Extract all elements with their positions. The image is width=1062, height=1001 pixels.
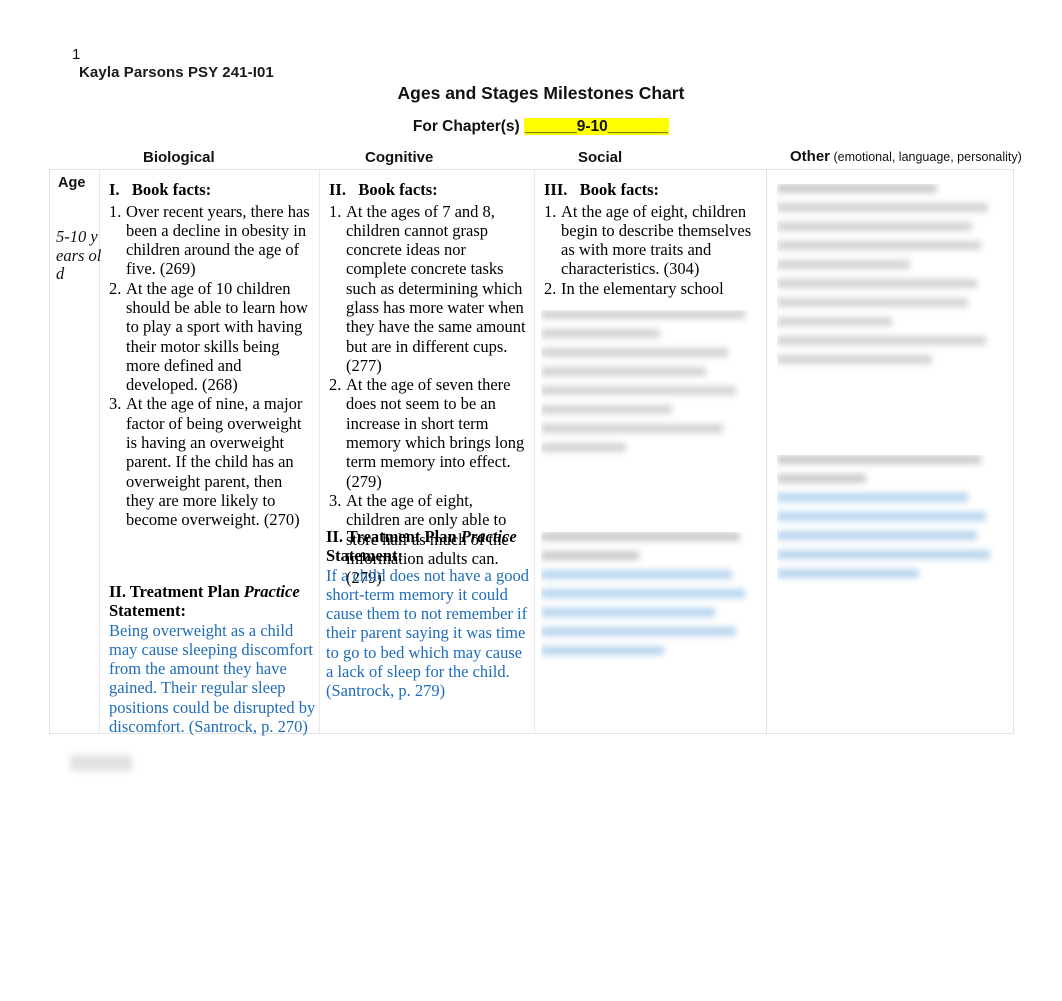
list-text: At the age of 10 children should be able… [126, 278, 308, 395]
chapter-line: For Chapter(s) ______9-10_______ [10, 116, 1062, 137]
list-text: In the elementary school [561, 278, 724, 298]
list-marker: 1. [329, 201, 342, 221]
column-header-cognitive: Cognitive [365, 149, 434, 166]
treatment-plan-practice: Practice [460, 527, 517, 546]
chapter-blank-right: _______ [607, 118, 669, 135]
cognitive-treatment-plan-heading: II. Treatment Plan Practice Statement: [326, 527, 532, 566]
treatment-plan-practice: Practice [243, 582, 300, 601]
list-text: At the age of eight, children begin to d… [561, 201, 752, 279]
biological-treatment-plan: II. Treatment Plan Practice Statement: B… [109, 582, 317, 736]
social-cell: III. Book facts: 1. At the age of eight, … [535, 170, 766, 298]
table-column-social: III. Book facts: 1. At the age of eight, … [535, 170, 767, 733]
list-marker: 2. [329, 375, 342, 395]
cognitive-cell: II. Book facts: 1. At the ages of 7 and 8… [320, 170, 534, 587]
column-header-biological: Biological [143, 149, 215, 166]
social-illegible-facts-region [541, 310, 753, 510]
list-item: 1. At the ages of 7 and 8, children canno… [329, 202, 528, 376]
list-text: At the ages of 7 and 8, children cannot … [346, 201, 526, 375]
biological-treatment-plan-text: Being overweight as a child may cause sl… [109, 620, 316, 737]
chapter-prefix: For Chapter(s) [412, 118, 524, 135]
treatment-plan-label: II. Treatment Plan [109, 582, 244, 601]
other-illegible-facts-region [777, 184, 999, 439]
list-marker: 3. [329, 490, 342, 510]
list-marker: 2. [109, 278, 122, 298]
biological-treatment-plan-heading: II. Treatment Plan Practice Statement: [109, 582, 317, 621]
cognitive-treatment-plan: II. Treatment Plan Practice Statement: I… [326, 527, 532, 701]
footer-artifact [70, 755, 132, 771]
column-header-social: Social [578, 149, 623, 166]
list-item: 2. In the elementary school [544, 279, 760, 298]
document-page: 1 Kayla Parsons PSY 241-I01 Ages and Sta… [0, 0, 1062, 1001]
document-title: Ages and Stages Milestones Chart [397, 83, 685, 103]
age-cell-value: 5-10 years old [56, 227, 102, 283]
chapter-highlight: ______9-10_______ [523, 118, 670, 135]
list-item: 2. At the age of 10 children should be ab… [109, 279, 313, 395]
list-marker: 3. [109, 394, 122, 414]
social-illegible-treatment-plan-region [541, 532, 753, 697]
chapter-blank-left: ______ [524, 118, 577, 135]
column-header-other: Other (emotional, language, personality) [790, 147, 1022, 167]
table-column-biological: I. Book facts: 1. Over recent years, ther… [100, 170, 320, 736]
milestones-table: Age 5-10 years old I. Book facts: 1. Over… [49, 169, 1014, 736]
list-item: 1. At the age of eight, children begin to… [544, 202, 760, 279]
list-text: At the age of nine, a major factor of be… [126, 394, 303, 530]
list-item: 2. At the age of seven there does not see… [329, 375, 528, 491]
biological-facts-heading: I. Book facts: [109, 180, 212, 199]
column-header-other-sub: (emotional, language, personality) [830, 150, 1022, 164]
list-marker: 2. [544, 278, 557, 298]
cognitive-facts-heading: II. Book facts: [329, 180, 438, 199]
list-text: At the age of seven there does not seem … [346, 375, 525, 491]
cognitive-treatment-plan-text: If a child does not have a good short-te… [326, 565, 529, 701]
treatment-plan-statement-label: Statement: [109, 601, 186, 621]
table-column-age: Age 5-10 years old [50, 170, 102, 733]
list-item: 1. Over recent years, there has been a de… [109, 202, 313, 279]
biological-facts-list: 1. Over recent years, there has been a de… [109, 202, 313, 530]
other-illegible-treatment-plan-region [777, 455, 999, 645]
treatment-plan-statement-label: Statement: [326, 546, 403, 566]
chapter-value: 9-10 [576, 118, 608, 135]
column-header-other-bold: Other [790, 148, 831, 165]
social-facts-heading: III. Book facts: [544, 180, 660, 199]
author-byline: Kayla Parsons PSY 241-I01 [79, 64, 274, 81]
biological-cell: I. Book facts: 1. Over recent years, ther… [100, 170, 319, 530]
list-marker: 1. [544, 201, 557, 221]
list-text: Over recent years, there has been a decl… [126, 201, 310, 279]
social-facts-list: 1. At the age of eight, children begin to… [544, 202, 760, 298]
age-column-label: Age [58, 175, 86, 191]
page-number: 1 [72, 46, 81, 63]
table-column-cognitive: II. Book facts: 1. At the ages of 7 and 8… [320, 170, 535, 733]
list-item: 3. At the age of nine, a major factor of … [109, 394, 313, 529]
treatment-plan-label: II. Treatment Plan [326, 527, 461, 546]
list-marker: 1. [109, 201, 122, 221]
table-column-other [767, 170, 1013, 733]
